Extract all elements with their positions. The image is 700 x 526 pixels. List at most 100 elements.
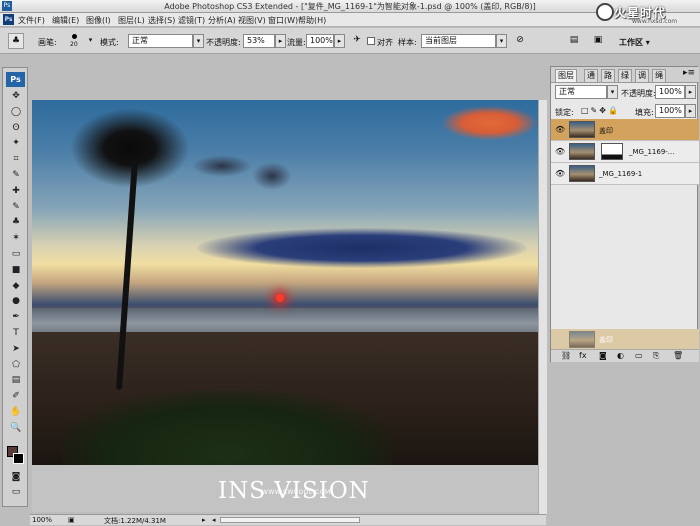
aligned-checkbox[interactable] (367, 37, 375, 45)
path-select-icon[interactable]: ➤ (8, 343, 24, 355)
blend-mode-select[interactable]: 正常 (555, 85, 607, 99)
fx-icon[interactable]: fx (579, 351, 587, 360)
link-icon[interactable]: ⛓ (561, 351, 571, 360)
options-bar: ♣ 画笔: 20 ▾ 模式: 正常 ▾ 不透明度: 53% ▸ 流量: 100%… (0, 28, 700, 54)
gradient-icon[interactable]: ■ (8, 264, 24, 276)
airbrush-icon[interactable]: ✈ (349, 33, 365, 49)
layer-name: _MG_1169-... (629, 148, 675, 156)
layers-footer: ⛓ fx ◙ ◐ ▭ ⎘ 🗑 (551, 349, 699, 362)
hand-icon[interactable]: ✋ (8, 406, 24, 418)
tab-channels[interactable]: 通 (584, 69, 598, 82)
eraser-icon[interactable]: ▭ (8, 248, 24, 260)
sample-dropdown-icon[interactable]: ▾ (496, 34, 507, 48)
dark-cloud (192, 155, 252, 177)
zoom-level[interactable]: 100% (32, 516, 52, 524)
status-arrow-icon[interactable]: ▸ (202, 516, 206, 524)
document-photo[interactable] (32, 100, 538, 465)
layer-opacity-input[interactable]: 100% (655, 85, 685, 99)
menu-analysis[interactable]: 分析(A) (208, 15, 236, 26)
horizontal-scrollbar[interactable] (220, 517, 360, 523)
adjustment-icon[interactable]: ◐ (617, 351, 624, 360)
ps-badge: Ps (6, 72, 25, 87)
menu-bar: Ps 文件(F) 编辑(E) 图像(I) 图层(L) 选择(S) 滤镜(T) 分… (0, 13, 700, 27)
menu-filter[interactable]: 滤镜(T) (178, 15, 205, 26)
notes-icon[interactable]: ▤ (8, 374, 24, 386)
history-brush-icon[interactable]: ✶ (8, 232, 24, 244)
bridge-icon[interactable]: ▣ (590, 33, 606, 49)
opacity-input[interactable]: 53% (243, 34, 275, 48)
brand-url: www.hxsd.com (632, 18, 678, 25)
menu-select[interactable]: 选择(S) (148, 15, 175, 26)
tab-3[interactable]: 绿 (618, 69, 632, 82)
menu-layer[interactable]: 图层(L) (118, 15, 145, 26)
move-icon[interactable]: ✥ (8, 90, 24, 102)
tab-4[interactable]: 调 (635, 69, 649, 82)
fill-input[interactable]: 100% (655, 104, 685, 118)
tab-layers[interactable]: 图层 (555, 69, 577, 82)
type-icon[interactable]: T (8, 327, 24, 339)
group-icon[interactable]: ▭ (635, 351, 643, 360)
layer-thumbnail (569, 331, 595, 348)
brush-dropdown-icon[interactable]: ▾ (85, 34, 96, 48)
menu-file[interactable]: 文件(F) (18, 15, 45, 26)
eye-icon[interactable]: 👁 (555, 125, 565, 134)
clone-stamp-icon[interactable]: ♣ (8, 216, 24, 228)
sample-select[interactable]: 当前图层 (421, 34, 496, 48)
vertical-scrollbar[interactable] (538, 100, 547, 514)
mask-icon[interactable]: ◙ (599, 351, 607, 360)
marquee-icon[interactable]: ◯ (8, 106, 24, 118)
crop-icon[interactable]: ⌗ (8, 153, 24, 165)
flow-input[interactable]: 100% (306, 34, 334, 48)
brush-icon[interactable]: ✎ (8, 201, 24, 213)
lasso-icon[interactable]: ʘ (8, 122, 24, 134)
brush-preview[interactable]: 20 (66, 32, 84, 50)
layer-row[interactable]: 👁 _MG_1169-... (551, 141, 699, 163)
trash-icon[interactable]: 🗑 (673, 351, 683, 360)
opacity-slider-icon[interactable]: ▸ (275, 34, 286, 48)
menu-image[interactable]: 图像(I) (86, 15, 111, 26)
eye-icon[interactable]: 👁 (555, 169, 565, 178)
workspace-menu[interactable]: 工作区 ▾ (619, 37, 650, 48)
eye-icon[interactable]: 👁 (555, 147, 565, 156)
menu-window[interactable]: 窗口(W) (268, 15, 298, 26)
shape-icon[interactable]: ⬠ (8, 359, 24, 371)
dodge-icon[interactable]: ● (8, 295, 24, 307)
layer-row[interactable]: 👁 _MG_1169-1 (551, 163, 699, 185)
quick-mask-icon[interactable]: ◙ (8, 471, 24, 483)
menu-edit[interactable]: 编辑(E) (52, 15, 79, 26)
panel-menu-icon[interactable]: ▸≡ (683, 68, 695, 78)
flow-slider-icon[interactable]: ▸ (334, 34, 345, 48)
layer-opacity-slider-icon[interactable]: ▸ (685, 85, 696, 99)
opacity-label: 不透明度: (206, 38, 241, 47)
menu-help[interactable]: 帮助(H) (298, 15, 326, 26)
background-color-swatch[interactable] (13, 453, 24, 464)
layer-mask-thumbnail[interactable] (601, 143, 623, 160)
pen-icon[interactable]: ✒ (8, 311, 24, 323)
healing-icon[interactable]: ✚ (8, 185, 24, 197)
status-menu-icon[interactable]: ▣ (68, 516, 75, 524)
zoom-icon[interactable]: 🔍 (8, 422, 24, 434)
sun (276, 294, 284, 302)
scroll-left-icon[interactable]: ◂ (212, 516, 216, 524)
menu-view[interactable]: 视图(V) (238, 15, 266, 26)
ignore-adjustment-layers-icon[interactable]: ⊘ (512, 33, 528, 49)
tab-5[interactable]: 绳 (652, 69, 666, 82)
screen-mode-icon[interactable]: ▭ (8, 486, 24, 498)
blur-icon[interactable]: ◆ (8, 280, 24, 292)
clone-stamp-tool-preset-icon[interactable]: ♣ (8, 33, 24, 49)
layer-thumbnail (569, 121, 595, 138)
new-layer-icon[interactable]: ⎘ (653, 351, 659, 361)
mode-dropdown-icon[interactable]: ▾ (193, 34, 204, 48)
layers-panel-tabs: 图层 通 路 绿 调 绳 ▸≡ (551, 67, 699, 83)
blend-mode-dropdown-icon[interactable]: ▾ (607, 85, 618, 99)
slice-icon[interactable]: ✎ (8, 169, 24, 181)
lock-icons[interactable]: □✎✥🔒 (581, 106, 620, 115)
tab-paths[interactable]: 路 (601, 69, 615, 82)
dragged-layer-row[interactable]: 盖印 (551, 329, 699, 349)
mode-select[interactable]: 正常 (128, 34, 193, 48)
fill-slider-icon[interactable]: ▸ (685, 104, 696, 118)
magic-wand-icon[interactable]: ✦ (8, 137, 24, 149)
toggle-palettes-icon[interactable]: ▤ (566, 33, 582, 49)
eyedropper-icon[interactable]: ✐ (8, 390, 24, 402)
layer-row[interactable]: 👁 盖印 (551, 119, 699, 141)
